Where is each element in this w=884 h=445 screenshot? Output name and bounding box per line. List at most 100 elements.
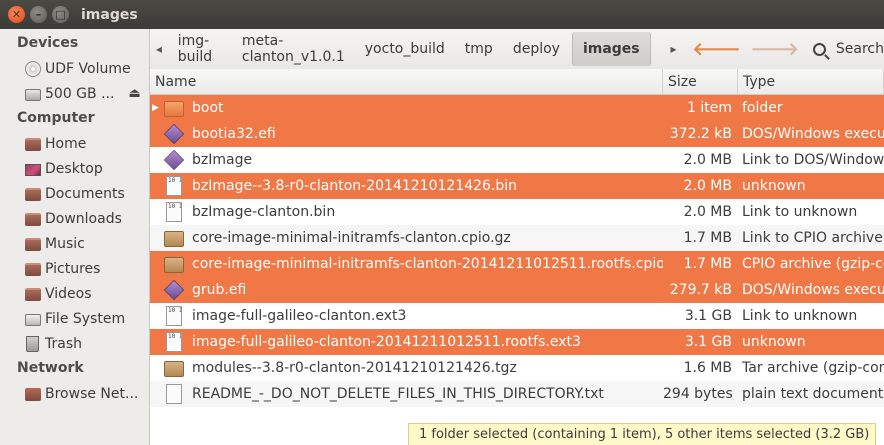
sidebar-item-trash[interactable]: Trash (0, 331, 149, 356)
breadcrumb-scroll-left-icon[interactable]: ◂ (150, 42, 168, 56)
file-size: 1.6 MB (683, 360, 732, 376)
file-type: plain text document (742, 386, 884, 402)
breadcrumb-item[interactable]: yocto_build (355, 29, 455, 69)
sidebar-item-desktop[interactable]: Desktop (0, 156, 149, 181)
expand-arrow-icon[interactable]: ▶ (152, 103, 159, 113)
sidebar-heading: Network (17, 360, 84, 376)
file-name-cell: boot (150, 99, 663, 117)
file-size: 3.1 GB (684, 334, 732, 350)
file-type: unknown (742, 178, 806, 194)
music-folder-icon (25, 238, 41, 251)
sidebar-item-label: Music (45, 235, 85, 252)
window-title: images (81, 6, 138, 23)
eject-icon[interactable]: ⏏ (128, 86, 140, 101)
sidebar-item-home[interactable]: Home (0, 131, 149, 156)
sidebar-item-music[interactable]: Music (0, 231, 149, 256)
folder-icon (164, 101, 184, 117)
text-file-icon (166, 384, 182, 404)
file-row[interactable]: 10 101 bzImage--3.8-r0-clanton-2014121012… (150, 173, 884, 199)
desktop-icon (25, 163, 41, 176)
breadcrumb-item[interactable]: meta-clanton_v1.0.1 (232, 29, 355, 69)
file-row[interactable]: core-image-minimal-initramfs-clanton-201… (150, 251, 884, 277)
pictures-folder-icon (25, 263, 41, 276)
binary-file-icon: 10 101 (166, 202, 182, 222)
file-type: Link to unknown (742, 308, 858, 324)
documents-folder-icon (25, 188, 41, 201)
sidebar-item-downloads[interactable]: Downloads (0, 206, 149, 231)
file-type: unknown (742, 334, 806, 350)
sidebar-heading: Devices (17, 35, 79, 51)
forward-arrow-icon[interactable]: 🡒 (751, 39, 799, 60)
column-header: Name Size Type (150, 69, 884, 95)
sidebar-item-pictures[interactable]: Pictures (0, 256, 149, 281)
file-name-cell: README_-_DO_NOT_DELETE_FILES_IN_THIS_DIR… (150, 384, 663, 404)
disk-icon (25, 60, 41, 77)
home-folder-icon (25, 138, 41, 151)
file-name: grub.efi (192, 282, 247, 298)
maximize-window-button[interactable]: □ (52, 6, 69, 23)
file-size: 1 item (687, 100, 732, 116)
file-name: README_-_DO_NOT_DELETE_FILES_IN_THIS_DIR… (192, 386, 604, 402)
file-type: Link to unknown (742, 204, 858, 220)
file-name: core-image-minimal-initramfs-clanton.cpi… (192, 230, 511, 246)
file-type: Tar archive (gzip-compressed) (742, 360, 884, 376)
sidebar-item-label: 500 GB ... (45, 85, 115, 102)
sidebar-item-label: Desktop (45, 160, 103, 177)
search-button[interactable]: Search (812, 41, 884, 57)
column-type-header[interactable]: Type (738, 69, 884, 94)
sidebar-item-videos[interactable]: Videos (0, 281, 149, 306)
sidebar-item-file-system[interactable]: File System (0, 306, 149, 331)
file-size: 372.2 kB (669, 126, 732, 142)
breadcrumb-item[interactable]: img-build (168, 29, 232, 69)
title-bar: ✕ – □ images (0, 0, 884, 29)
file-row[interactable]: bootia32.efi 372.2 kB DOS/Windows executab… (150, 121, 884, 147)
file-row[interactable]: bzImage 2.0 MB Link to DOS/Windows executa… (150, 147, 884, 173)
sidebar-item-documents[interactable]: Documents (0, 181, 149, 206)
sidebar-item-label: Home (45, 135, 87, 152)
file-size: 2.0 MB (683, 152, 732, 168)
back-arrow-icon[interactable]: 🡐 (692, 39, 740, 60)
sidebar-item-browse-net[interactable]: Browse Net... (0, 381, 149, 406)
file-list: Name Size Type ▶ boot 1 item folder bootia32… (150, 69, 884, 445)
file-name: bootia32.efi (192, 126, 276, 142)
breadcrumb-scroll-right-icon[interactable]: ▸ (665, 42, 683, 56)
file-name: bzImage (192, 152, 253, 168)
file-row[interactable]: 10 101 bzImage-clanton.bin 2.0 MB Link to u… (150, 199, 884, 225)
file-name-cell: bootia32.efi (150, 124, 663, 144)
trash-icon (26, 335, 39, 352)
search-icon (812, 42, 826, 56)
file-name-cell: 10 101 image-full-galileo-clanton.ext3 (150, 306, 663, 326)
file-row[interactable]: 10 101 image-full-galileo-clanton.ext3 3.1… (150, 303, 884, 329)
file-name: core-image-minimal-initramfs-clanton-201… (192, 256, 663, 272)
file-row[interactable]: modules--3.8-r0-clanton-20141210121426.t… (150, 355, 884, 381)
file-row[interactable]: ▶ boot 1 item folder (150, 95, 884, 121)
minimize-window-button[interactable]: – (30, 6, 47, 23)
breadcrumb-item[interactable]: tmp (455, 29, 503, 69)
column-name-header[interactable]: Name (150, 69, 663, 94)
file-row[interactable]: README_-_DO_NOT_DELETE_FILES_IN_THIS_DIR… (150, 381, 884, 407)
column-size-header[interactable]: Size (663, 69, 738, 94)
sidebar-item-label: Pictures (45, 260, 101, 277)
file-size: 2.0 MB (683, 204, 732, 220)
sidebar-item-label: UDF Volume (45, 60, 131, 77)
sidebar-item-label: Documents (45, 185, 125, 202)
file-row[interactable]: 10 101 image-full-galileo-clanton-2014121… (150, 329, 884, 355)
sidebar-item-udf-volume[interactable]: UDF Volume (0, 56, 149, 81)
breadcrumb-item[interactable]: deploy (503, 29, 570, 69)
sidebar-item-500-gb[interactable]: 500 GB ... ⏏ (0, 81, 149, 106)
breadcrumb-item[interactable]: images (571, 32, 651, 66)
file-row[interactable]: core-image-minimal-initramfs-clanton.cpi… (150, 225, 884, 251)
file-size: 279.7 kB (669, 282, 732, 298)
file-size: 1.7 MB (683, 230, 732, 246)
close-window-button[interactable]: ✕ (8, 6, 25, 23)
file-type: CPIO archive (gzip-compressed) (742, 256, 884, 272)
search-label: Search (835, 41, 884, 57)
downloads-folder-icon (25, 213, 41, 226)
breadcrumb: img-build meta-clanton_v1.0.1 yocto_build t… (168, 29, 651, 69)
drive-icon (25, 88, 41, 101)
sidebar-item-label: Trash (45, 335, 82, 352)
file-row[interactable]: grub.efi 279.7 kB DOS/Windows executable (150, 277, 884, 303)
videos-folder-icon (25, 288, 41, 301)
file-type: folder (742, 100, 783, 116)
file-name-cell: 10 101 image-full-galileo-clanton-2014121… (150, 332, 663, 352)
